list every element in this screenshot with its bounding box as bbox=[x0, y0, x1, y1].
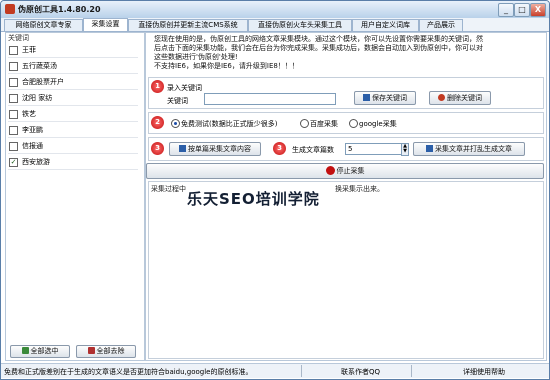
keyword-checkbox[interactable] bbox=[9, 142, 18, 151]
google-label: google采集 bbox=[359, 120, 397, 128]
keyword-panel: 关键词 王菲 五行蔬菜汤 合肥股票开户 沈阳 家纺 铁艺 李亚鹏 信报通 ✓ 西安… bbox=[5, 32, 145, 361]
keyword-item[interactable]: 信报通 bbox=[8, 139, 138, 154]
article-count-label: 生成文章篇数 bbox=[292, 146, 334, 154]
step3-section: 3 按单篇采集文章内容 3 生成文章篇数 5 ▲ ▼ 采集文章并打乱生成文章 bbox=[148, 137, 544, 161]
tab-locomotive-tool[interactable]: 直接伪原创火车头采集工具 bbox=[248, 19, 352, 31]
ie6-warning: 不支持IE6，如果你是IE6，请升级到IE8！！！ bbox=[154, 62, 299, 70]
step1-badge: 1 bbox=[151, 80, 164, 93]
tab-collect-settings[interactable]: 采集设置 bbox=[83, 18, 128, 31]
remove-all-label: 全部去除 bbox=[96, 347, 125, 355]
step3-badge: 3 bbox=[151, 142, 164, 155]
keyword-item[interactable]: 五行蔬菜汤 bbox=[8, 59, 138, 74]
minimize-button[interactable]: _ bbox=[498, 3, 514, 17]
select-all-button[interactable]: 全部选中 bbox=[10, 345, 70, 358]
google-radio[interactable] bbox=[349, 119, 358, 128]
keyword-label: 五行蔬菜汤 bbox=[22, 62, 57, 70]
collect-icon bbox=[179, 145, 186, 152]
keyword-checkbox-checked[interactable]: ✓ bbox=[9, 158, 18, 167]
delete-icon bbox=[438, 94, 445, 101]
tab-strip: 网络原创文章专家 采集设置 直接伪原创并更新主流CMS系统 直接伪原创火车头采集… bbox=[1, 18, 549, 32]
free-test-label: 免费测试(数据比正式版少很多) bbox=[181, 120, 278, 128]
keyword-checkbox[interactable] bbox=[9, 46, 18, 55]
save-keyword-button[interactable]: 保存关键词 bbox=[354, 91, 416, 105]
log-line-left: 采集过程中 bbox=[151, 185, 186, 193]
log-line-right: 换采集示出来。 bbox=[335, 185, 384, 193]
select-all-label: 全部选中 bbox=[30, 347, 59, 355]
status-notice: 免费和正式版差别在于生成的文章语义是否更加符合baidu,google的原创标准… bbox=[4, 368, 253, 376]
app-logo-icon bbox=[5, 4, 15, 14]
free-test-radio[interactable] bbox=[171, 119, 180, 128]
step1-section: 1 录入关键词 关键词 保存关键词 删除关键词 bbox=[148, 77, 544, 109]
tab-custom-dictionary[interactable]: 用户自定义词库 bbox=[352, 19, 419, 31]
main-panel: 您现在使用的是，伪原创工具的网络文章采集模块。通过这个模块，你可以先设置你需要采… bbox=[145, 32, 547, 361]
help-link[interactable]: 详细使用帮助 bbox=[463, 367, 505, 377]
contact-author-link[interactable]: 联系作者QQ bbox=[341, 367, 380, 377]
window-title: 伪原创工具1.4.80.20 bbox=[18, 5, 101, 14]
status-divider bbox=[411, 365, 412, 377]
keyword-label: 合肥股票开户 bbox=[22, 78, 64, 86]
delete-keyword-label: 删除关键词 bbox=[447, 94, 482, 102]
collect-single-label: 按单篇采集文章内容 bbox=[188, 145, 251, 153]
step1-title: 录入关键词 bbox=[167, 84, 202, 92]
watermark-text: 乐天SEO培训学院 bbox=[187, 190, 320, 208]
tab-products[interactable]: 产品展示 bbox=[419, 19, 463, 31]
keyword-field-label: 关键词 bbox=[167, 97, 188, 105]
keyword-item[interactable]: ✓ 西安旅游 bbox=[8, 155, 138, 170]
step2-section: 2 免费测试(数据比正式版少很多) 百度采集 google采集 bbox=[148, 112, 544, 134]
keyword-list-header: 关键词 bbox=[8, 34, 29, 42]
check-all-icon bbox=[21, 347, 29, 354]
keyword-label: 信报通 bbox=[22, 142, 43, 150]
save-keyword-label: 保存关键词 bbox=[372, 94, 407, 102]
keyword-item[interactable]: 沈阳 家纺 bbox=[8, 91, 138, 106]
keyword-checkbox[interactable] bbox=[9, 126, 18, 135]
status-divider bbox=[301, 365, 302, 377]
baidu-label: 百度采集 bbox=[310, 120, 338, 128]
keyword-item[interactable]: 王菲 bbox=[8, 43, 138, 58]
baidu-radio[interactable] bbox=[300, 119, 309, 128]
tab-cms-update[interactable]: 直接伪原创并更新主流CMS系统 bbox=[128, 19, 248, 31]
keyword-checkbox[interactable] bbox=[9, 110, 18, 119]
app-window: 伪原创工具1.4.80.20 _ □ X 网络原创文章专家 采集设置 直接伪原创… bbox=[0, 0, 550, 380]
stop-collect-button[interactable]: 停止采集 bbox=[146, 163, 544, 179]
keyword-label: 沈阳 家纺 bbox=[22, 94, 53, 102]
keyword-checkbox[interactable] bbox=[9, 94, 18, 103]
collect-batch-button[interactable]: 采集文章并打乱生成文章 bbox=[413, 142, 525, 156]
delete-keyword-button[interactable]: 删除关键词 bbox=[429, 91, 491, 105]
keyword-checkbox[interactable] bbox=[9, 62, 18, 71]
status-bar: 免费和正式版差别在于生成的文章语义是否更加符合baidu,google的原创标准… bbox=[1, 363, 549, 378]
save-icon bbox=[363, 94, 370, 101]
keyword-label: 王菲 bbox=[22, 46, 36, 54]
stop-icon bbox=[325, 166, 335, 175]
collect-log: 采集过程中 换采集示出来。 乐天SEO培训学院 bbox=[148, 181, 544, 359]
remove-all-icon bbox=[87, 347, 95, 354]
keyword-label: 铁艺 bbox=[22, 110, 36, 118]
maximize-button[interactable]: □ bbox=[514, 3, 530, 17]
title-bar: 伪原创工具1.4.80.20 _ □ X bbox=[1, 1, 549, 19]
keyword-item[interactable]: 李亚鹏 bbox=[8, 123, 138, 138]
stop-collect-label: 停止采集 bbox=[336, 167, 365, 175]
article-count-input[interactable]: 5 bbox=[345, 143, 407, 155]
keyword-label: 李亚鹏 bbox=[22, 126, 43, 134]
collect-batch-label: 采集文章并打乱生成文章 bbox=[435, 145, 512, 153]
module-description: 您现在使用的是，伪原创工具的网络文章采集模块。通过这个模块，你可以先设置你需要采… bbox=[154, 35, 483, 61]
keyword-item[interactable]: 合肥股票开户 bbox=[8, 75, 138, 90]
remove-all-button[interactable]: 全部去除 bbox=[76, 345, 136, 358]
step2-badge: 2 bbox=[151, 116, 164, 129]
keyword-checkbox[interactable] bbox=[9, 78, 18, 87]
close-button[interactable]: X bbox=[530, 3, 546, 17]
keyword-input[interactable] bbox=[204, 93, 336, 105]
tab-article-expert[interactable]: 网络原创文章专家 bbox=[4, 19, 83, 31]
step3-badge-secondary: 3 bbox=[273, 142, 286, 155]
batch-collect-icon bbox=[426, 145, 433, 152]
keyword-label: 西安旅游 bbox=[22, 158, 50, 166]
collect-single-button[interactable]: 按单篇采集文章内容 bbox=[169, 142, 261, 156]
spinner-arrows-icon[interactable]: ▲ ▼ bbox=[401, 143, 409, 156]
keyword-item[interactable]: 铁艺 bbox=[8, 107, 138, 122]
